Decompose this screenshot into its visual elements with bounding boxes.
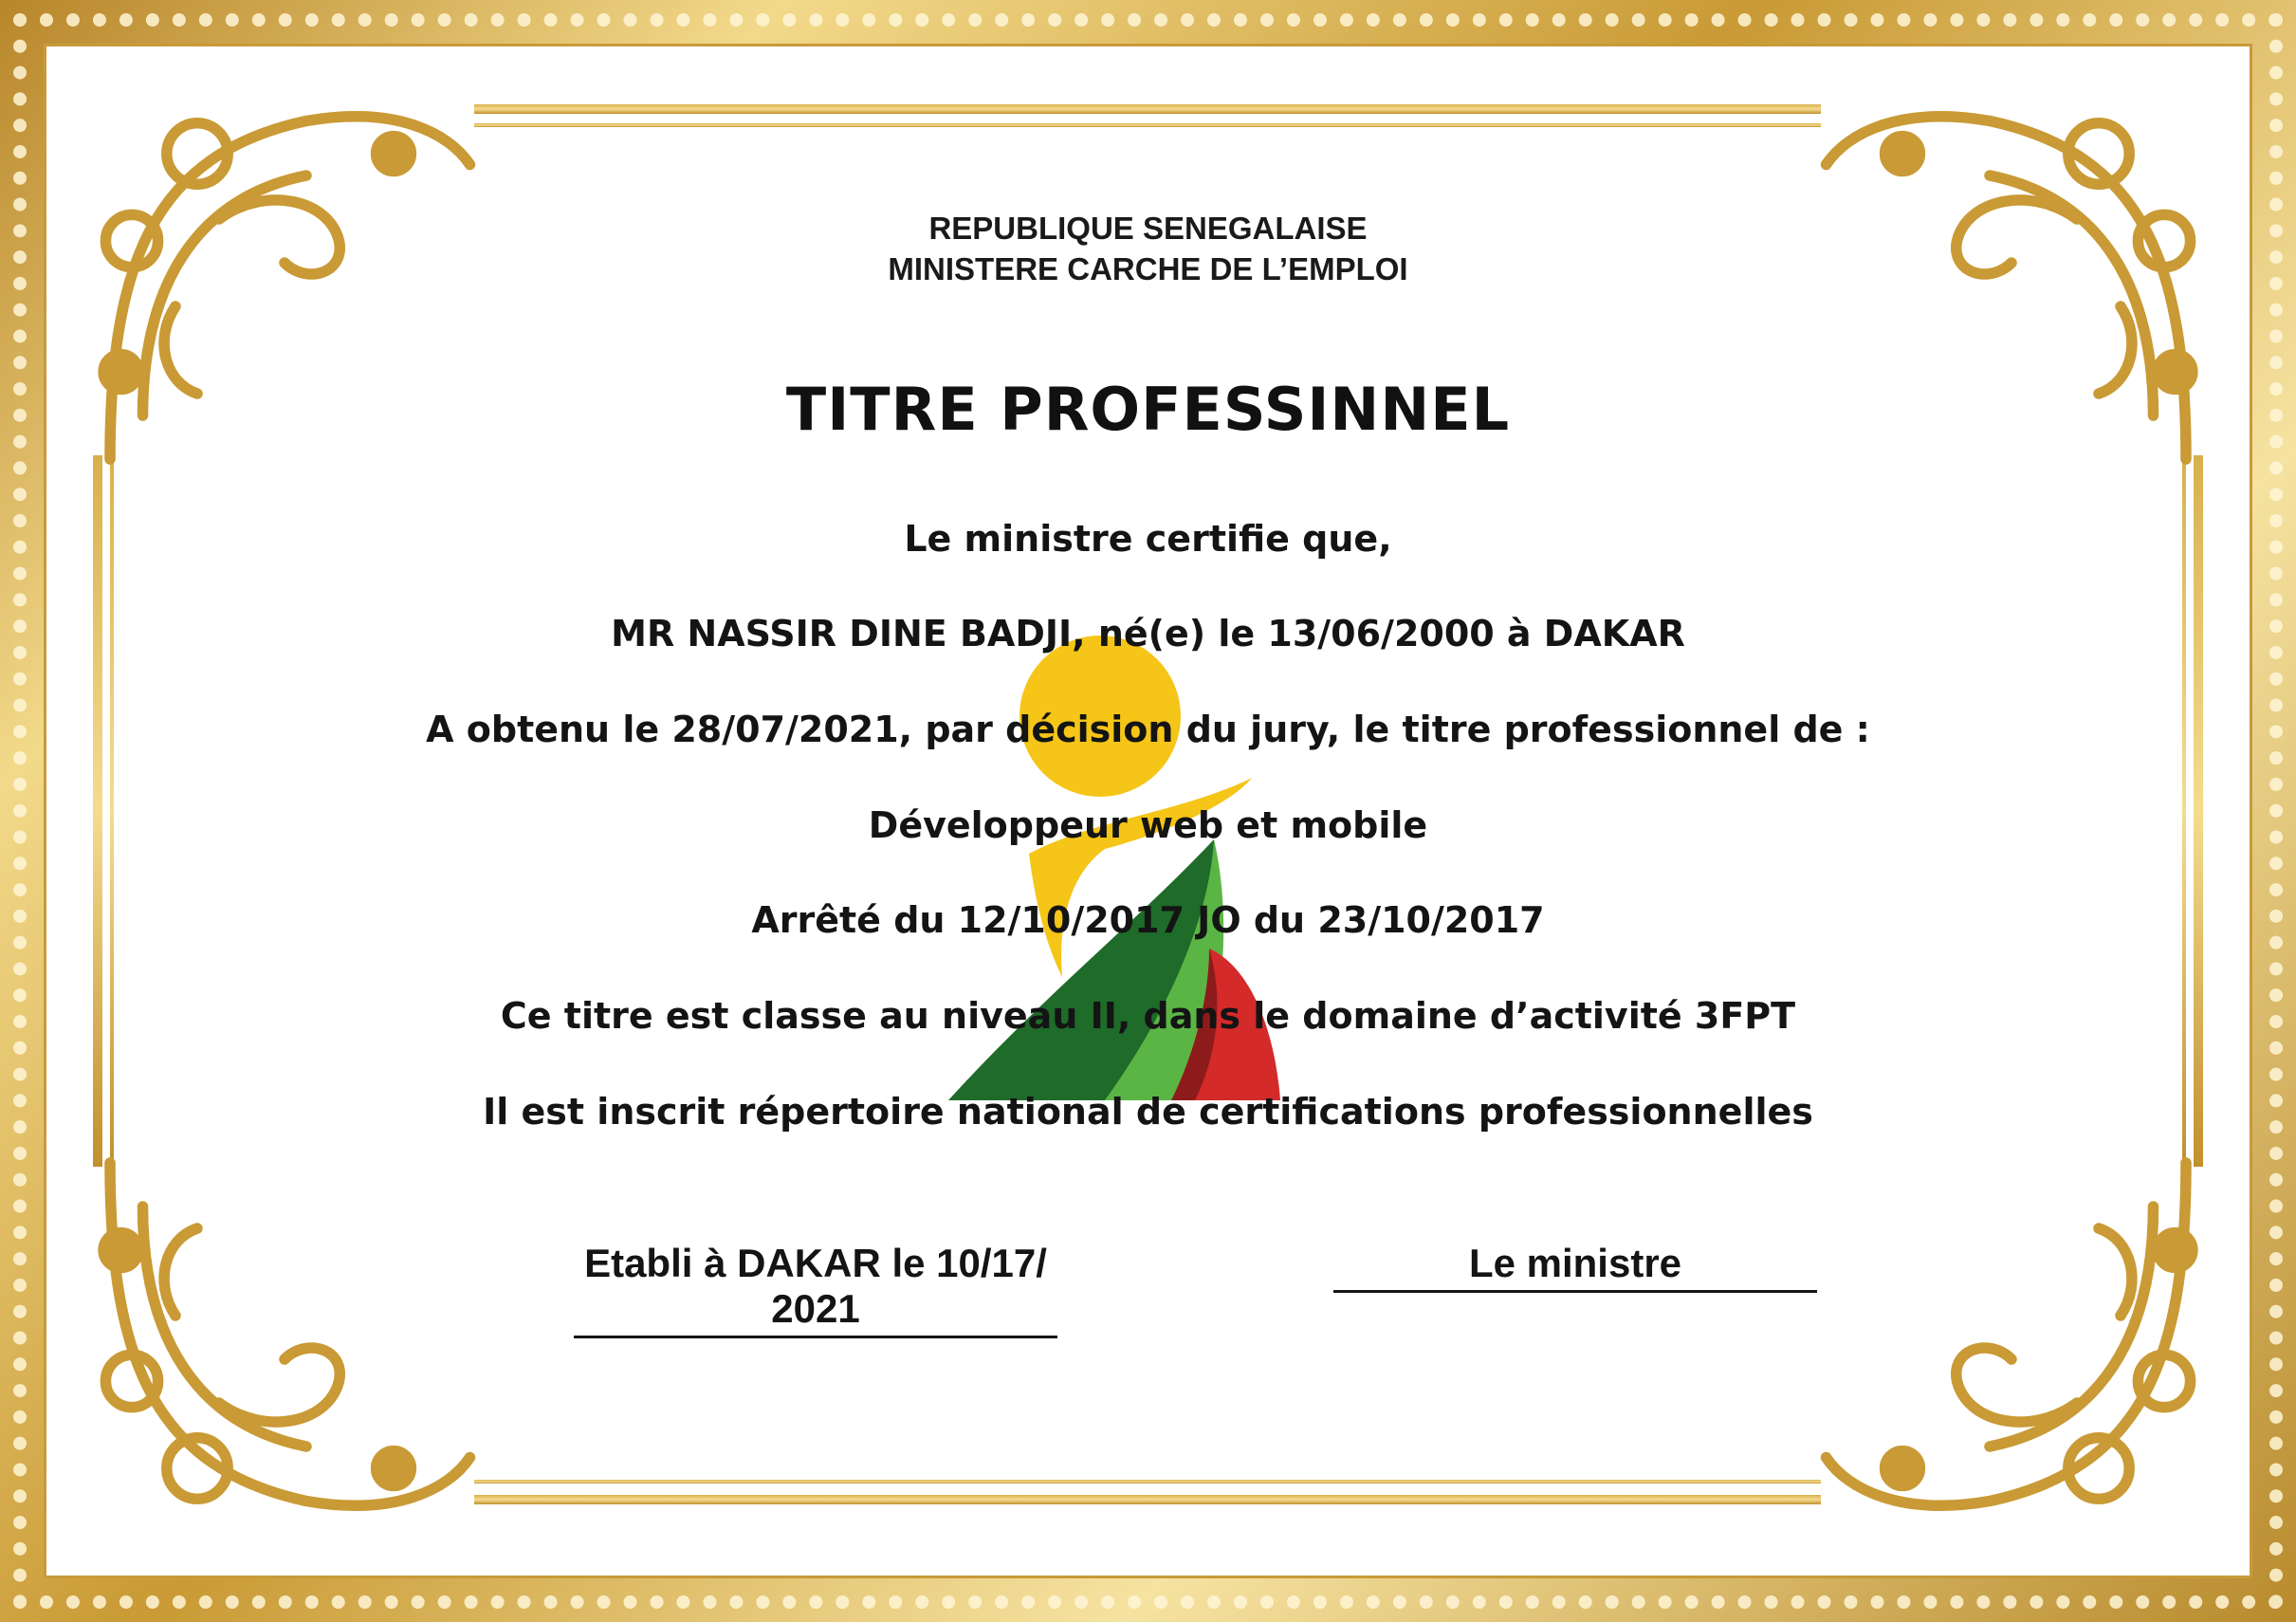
registry-line: Il est inscrit répertoire national de ce… [483, 1091, 1813, 1133]
holder-line: MR NASSIR DINE BADJI, né(e) le 13/06/200… [611, 613, 1685, 654]
top-gold-rule-thin [474, 123, 1821, 127]
diploma-name: Développeur web et mobile [868, 804, 1428, 846]
place-date-field: Etabli à DAKAR le 10/17/ 2021 [574, 1241, 1057, 1338]
logo-watermark-icon [939, 636, 1318, 1110]
page-title: TITRE PROFESSINNEL [785, 375, 1511, 444]
ministry-heading: MINISTERE CARCHE DE L’EMPLOI [888, 251, 1408, 286]
certify-intro: Le ministre certifie que, [904, 518, 1392, 560]
decree-line: Arrêté du 12/10/2017 JO du 23/10/2017 [751, 899, 1545, 941]
top-gold-rule [474, 104, 1821, 114]
signatory-field: Le ministre [1333, 1241, 1817, 1293]
republic-heading: REPUBLIQUE SENEGALAISE [928, 211, 1368, 246]
corner-flourish-bottom-left-icon [66, 1119, 503, 1556]
level-line: Ce titre est classe au niveau II, dans l… [500, 995, 1796, 1037]
bottom-gold-rule-thin [474, 1480, 1821, 1484]
corner-flourish-bottom-right-icon [1793, 1119, 2230, 1556]
obtained-line: A obtenu le 28/07/2021, par décision du … [426, 709, 1870, 750]
bottom-gold-rule [474, 1495, 1821, 1504]
